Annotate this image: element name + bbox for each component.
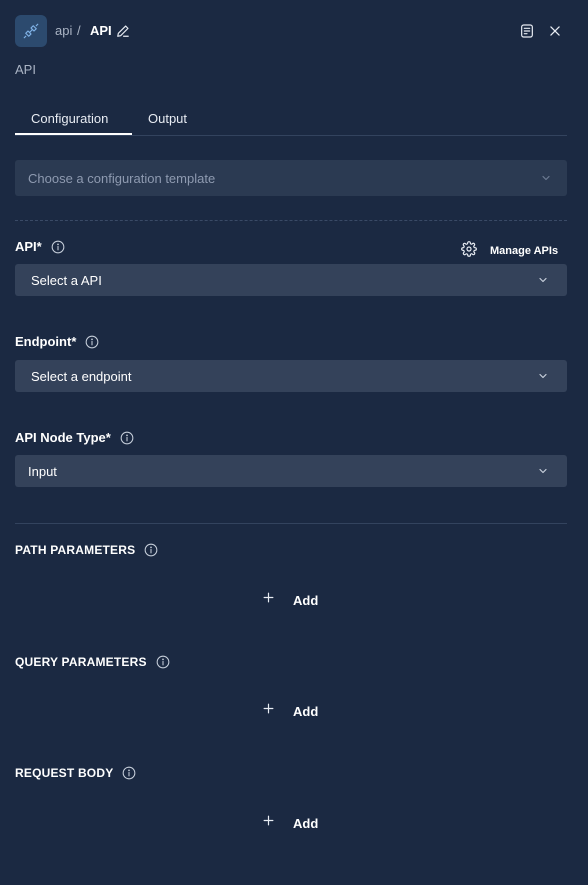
endpoint-field-label-row: Endpoint* [15, 334, 99, 349]
chevron-down-icon [537, 465, 549, 477]
api-select[interactable]: Select a API [15, 264, 567, 296]
add-request-body-button[interactable]: Add [262, 813, 318, 833]
plus-icon [262, 591, 275, 609]
request-body-label: REQUEST BODY [15, 766, 114, 780]
section-divider [15, 523, 567, 524]
manage-apis-label: Manage APIs [490, 245, 559, 257]
manage-apis-button[interactable]: Manage APIs [461, 240, 559, 262]
add-path-parameter-button[interactable]: Add [262, 590, 318, 610]
node-subtitle: API [15, 62, 36, 77]
breadcrumb-separator: / [77, 23, 81, 38]
node-type-select-value: Input [28, 464, 57, 479]
endpoint-select-value: Select a endpoint [31, 369, 132, 384]
info-icon[interactable] [122, 766, 136, 780]
info-icon[interactable] [51, 240, 65, 254]
add-query-parameter-button[interactable]: Add [262, 701, 318, 721]
info-icon[interactable] [120, 431, 134, 445]
node-type-field-label-row: API Node Type* [15, 430, 134, 445]
active-tab-indicator [15, 133, 132, 135]
api-field-label: API [15, 239, 37, 254]
api-plug-icon [15, 15, 47, 47]
close-icon[interactable] [548, 24, 562, 38]
endpoint-select[interactable]: Select a endpoint [15, 360, 567, 392]
info-icon[interactable] [85, 335, 99, 349]
add-label: Add [293, 592, 319, 608]
notes-icon[interactable] [519, 23, 535, 39]
edit-title-icon[interactable] [116, 24, 130, 38]
query-parameters-header: QUERY PARAMETERS [15, 655, 170, 669]
plus-icon [262, 814, 275, 832]
template-select-placeholder: Choose a configuration template [28, 171, 216, 186]
node-type-select[interactable]: Input [15, 455, 567, 487]
required-mark: * [36, 239, 42, 254]
chevron-down-icon [537, 370, 549, 382]
api-field-label-row: API * [15, 239, 65, 254]
tab-configuration[interactable]: Configuration [31, 111, 108, 126]
tab-output[interactable]: Output [148, 111, 187, 126]
chevron-down-icon [540, 172, 552, 184]
query-parameters-label: QUERY PARAMETERS [15, 655, 147, 669]
add-label: Add [293, 703, 319, 719]
breadcrumb-parent[interactable]: api [55, 23, 72, 38]
path-parameters-header: PATH PARAMETERS [15, 543, 158, 557]
add-label: Add [293, 815, 319, 831]
chevron-down-icon [537, 274, 549, 286]
info-icon[interactable] [144, 543, 158, 557]
configuration-template-select[interactable]: Choose a configuration template [15, 160, 567, 196]
plus-icon [262, 702, 275, 720]
node-type-field-label: API Node Type* [15, 430, 111, 445]
section-divider [15, 220, 567, 221]
tab-bar: Configuration Output [15, 104, 567, 136]
info-icon[interactable] [156, 655, 170, 669]
node-title: API [90, 23, 112, 38]
path-parameters-label: PATH PARAMETERS [15, 543, 136, 557]
gear-icon [461, 240, 477, 262]
api-select-value: Select a API [31, 273, 102, 288]
request-body-header: REQUEST BODY [15, 766, 136, 780]
endpoint-field-label: Endpoint* [15, 334, 77, 349]
